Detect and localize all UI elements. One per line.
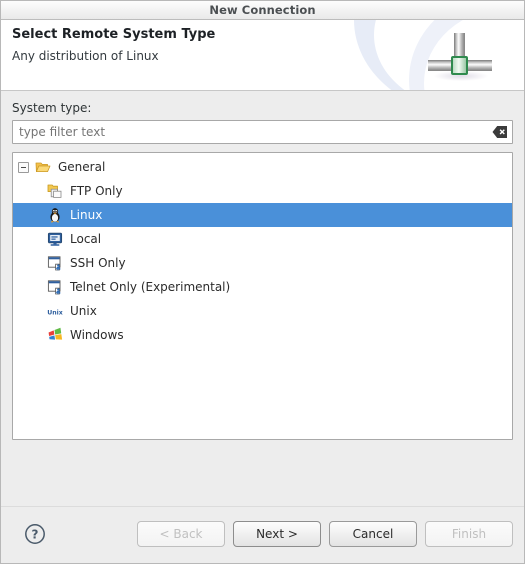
finish-button[interactable]: Finish bbox=[425, 521, 513, 547]
search-input[interactable] bbox=[13, 122, 512, 142]
svg-text:?: ? bbox=[32, 527, 39, 541]
telnet-terminal-icon bbox=[47, 279, 63, 295]
tree-label: Unix bbox=[70, 304, 97, 318]
tree-row-local[interactable]: Local bbox=[13, 227, 512, 251]
system-type-tree[interactable]: General FTP Only Linux Local SSH Only Te… bbox=[12, 152, 513, 440]
tree-label: Telnet Only (Experimental) bbox=[70, 280, 231, 294]
windows-flag-icon bbox=[47, 327, 63, 343]
ftp-folder-icon bbox=[47, 183, 63, 199]
filter-field-wrapper bbox=[12, 120, 513, 144]
tree-row-telnet-only[interactable]: Telnet Only (Experimental) bbox=[13, 275, 512, 299]
dialog-body: System type: General bbox=[1, 101, 524, 440]
tree-label: SSH Only bbox=[70, 256, 126, 270]
ssh-terminal-icon bbox=[47, 255, 63, 271]
network-connection-icon bbox=[426, 33, 496, 83]
banner-icon-node bbox=[451, 56, 468, 75]
open-folder-icon bbox=[35, 159, 51, 175]
tree-label: General bbox=[58, 160, 106, 174]
new-connection-dialog: New Connection Select Remote System Type… bbox=[0, 0, 525, 564]
next-button[interactable]: Next > bbox=[233, 521, 321, 547]
cancel-button[interactable]: Cancel bbox=[329, 521, 417, 547]
tree-label: Local bbox=[70, 232, 102, 246]
wizard-button-row: < Back Next > Cancel Finish bbox=[137, 521, 513, 547]
dialog-titlebar: New Connection bbox=[1, 1, 524, 20]
unix-text-icon: Unix bbox=[47, 303, 63, 319]
wizard-banner: Select Remote System Type Any distributi… bbox=[1, 20, 524, 91]
system-type-label: System type: bbox=[12, 101, 92, 115]
tree-row-windows[interactable]: Windows bbox=[13, 323, 512, 347]
clear-text-icon[interactable] bbox=[492, 125, 508, 139]
page-title: Select Remote System Type bbox=[12, 27, 216, 42]
tree-row-general[interactable]: General bbox=[13, 155, 512, 179]
tree-row-ssh-only[interactable]: SSH Only bbox=[13, 251, 512, 275]
dialog-footer: ? < Back Next > Cancel Finish bbox=[1, 506, 524, 563]
tree-label: FTP Only bbox=[70, 184, 123, 198]
page-subtitle: Any distribution of Linux bbox=[12, 49, 159, 63]
tree-row-linux[interactable]: Linux bbox=[13, 203, 512, 227]
tree-row-unix[interactable]: Unix Unix bbox=[13, 299, 512, 323]
help-question-icon[interactable]: ? bbox=[24, 523, 46, 545]
back-button[interactable]: < Back bbox=[137, 521, 225, 547]
tree-label: Linux bbox=[70, 208, 103, 222]
svg-text:Unix: Unix bbox=[47, 310, 63, 317]
linux-penguin-icon bbox=[47, 207, 63, 223]
local-monitor-icon bbox=[47, 231, 63, 247]
tree-label: Windows bbox=[70, 328, 124, 342]
tree-row-ftp-only[interactable]: FTP Only bbox=[13, 179, 512, 203]
dialog-title: New Connection bbox=[209, 3, 316, 17]
minus-box-icon[interactable] bbox=[18, 161, 29, 173]
